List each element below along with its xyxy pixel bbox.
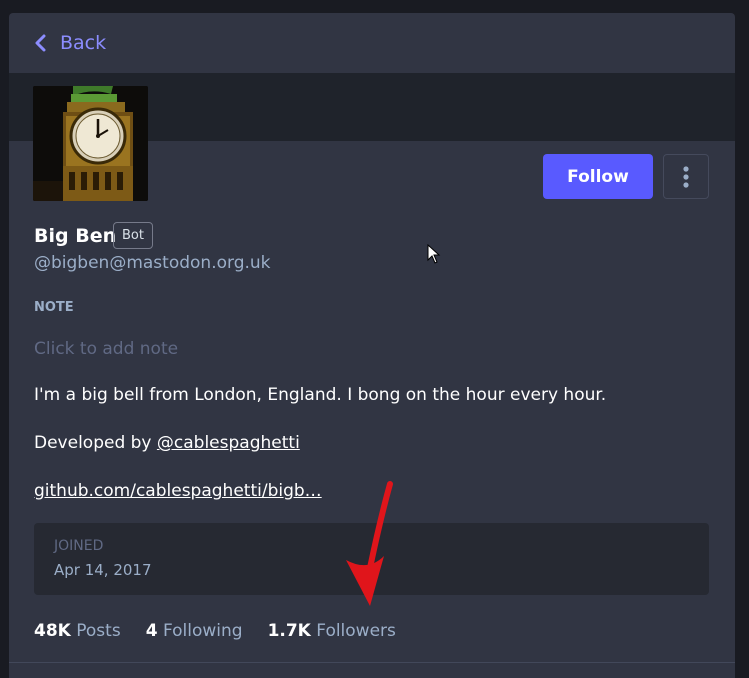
account-handle: @bigben@mastodon.org.uk xyxy=(34,253,271,273)
mouse-pointer-icon xyxy=(427,244,441,264)
divider xyxy=(9,662,735,663)
account-stats: 48K Posts 4 Following 1.7K Followers xyxy=(34,621,421,641)
github-link[interactable]: github.com/cablespaghetti/bigb… xyxy=(34,481,322,501)
developer-mention-link[interactable]: @cablespaghetti xyxy=(157,433,300,453)
bio-developed-by-text: Developed by xyxy=(34,433,157,453)
followers-count-link[interactable]: 1.7K Followers xyxy=(268,621,396,641)
display-name: Big Ben xyxy=(34,225,117,247)
posts-label: Posts xyxy=(76,621,121,641)
followers-label: Followers xyxy=(316,621,396,641)
following-label: Following xyxy=(162,621,243,641)
posts-count: 48K xyxy=(34,621,71,641)
bio-line: github.com/cablespaghetti/bigb… xyxy=(34,481,322,501)
vertical-ellipsis-icon xyxy=(683,165,689,188)
followers-count: 1.7K xyxy=(267,621,311,641)
back-label: Back xyxy=(60,32,107,54)
note-label: NOTE xyxy=(34,300,74,315)
annotation-arrow-icon xyxy=(346,481,393,606)
back-button[interactable]: Back xyxy=(9,13,735,73)
posts-count-link[interactable]: 48K Posts xyxy=(34,621,121,641)
joined-date: Apr 14, 2017 xyxy=(54,561,152,579)
bot-badge: Bot xyxy=(113,222,153,249)
more-options-button[interactable] xyxy=(663,154,709,199)
joined-label: JOINED xyxy=(54,538,104,554)
chevron-left-icon xyxy=(35,34,46,52)
follow-button[interactable]: Follow xyxy=(543,154,653,199)
big-ben-avatar-icon xyxy=(33,86,148,201)
bio-line: Developed by @cablespaghetti xyxy=(34,433,300,453)
following-count: 4 xyxy=(145,621,158,641)
following-count-link[interactable]: 4 Following xyxy=(146,621,243,641)
avatar[interactable] xyxy=(33,86,148,201)
bio-line: I'm a big bell from London, England. I b… xyxy=(34,385,607,405)
note-input[interactable]: Click to add note xyxy=(34,339,534,359)
